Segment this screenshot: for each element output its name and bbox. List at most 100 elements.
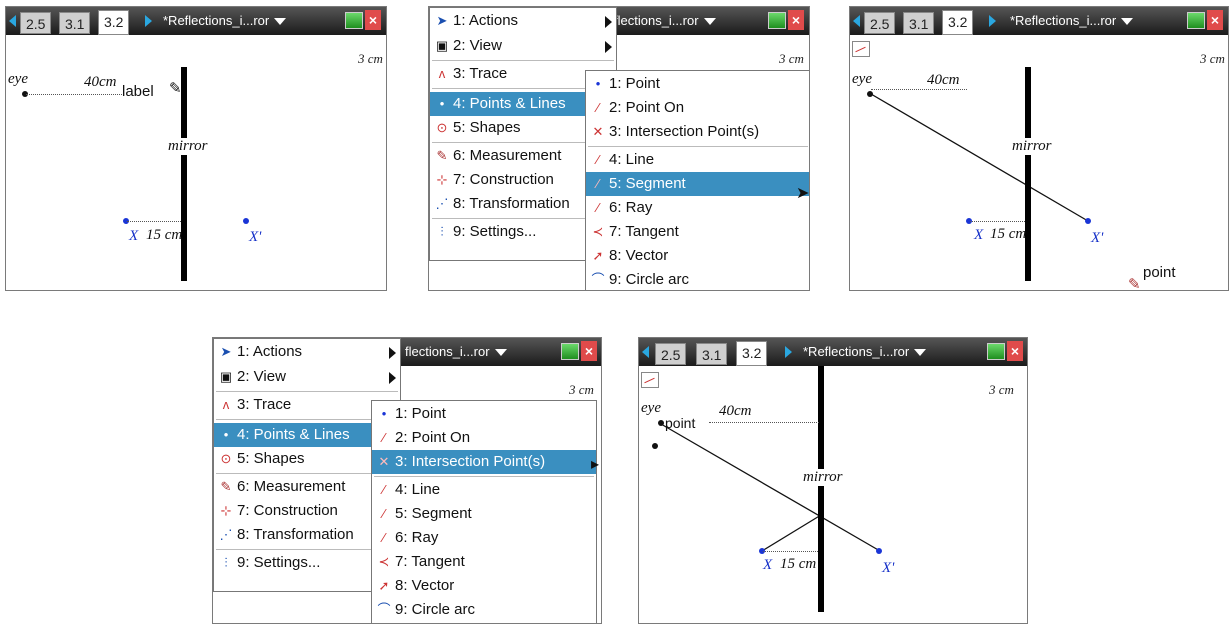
submenu-item-tangent[interactable]: ≺ 7: Tangent [372,550,596,574]
point-on-icon: ⁄ [382,430,386,445]
submenu-item-segment[interactable]: ⁄ 5: Segment [586,172,809,196]
segment-icon: ⁄ [596,176,600,191]
submenu-item-circle-arc[interactable]: ⌒ 9: Circle arc [586,268,809,290]
mouse-pointer-icon: ➤ [796,185,810,202]
document-title[interactable]: flections_i...ror [405,344,507,359]
point-tool-text: point [1143,264,1176,281]
submenu-item-line[interactable]: ⁄ 4: Line [586,148,809,172]
screen-3: 2.5 3.1 3.2 *Reflections_i...ror × 3 cm … [849,6,1229,291]
pencil-icon: ✎ [1128,276,1141,291]
mirror-line [1025,67,1031,281]
point-x-prime[interactable] [1085,218,1091,224]
mirror-label: mirror [1012,138,1052,155]
distance-40-label: 40cm [719,403,752,419]
menu-item-view[interactable]: ▣ 2: View [214,365,400,389]
arrow-cursor-icon: ➤ [436,13,448,28]
tab-2-5[interactable]: 2.5 [20,12,52,34]
close-icon[interactable]: × [788,10,804,30]
menu-item-view[interactable]: ▣ 2: View [430,34,616,58]
x-prime-label: X' [249,229,262,245]
submenu-item-point-on[interactable]: ⁄ 2: Point On [586,96,809,120]
construction-icon: ⊹ [220,503,232,518]
close-icon[interactable]: × [581,341,597,361]
distance-15-label: 15 cm [146,227,183,243]
submenu-item-point[interactable]: • 1: Point [586,72,809,96]
point-icon: • [381,406,387,421]
line-icon: ⁄ [596,152,600,167]
menu-separator [216,391,398,392]
tab-left-arrow-icon[interactable] [9,15,16,27]
submenu-item-vector[interactable]: ➚ 8: Vector [586,244,809,268]
mirror-line [818,366,824,612]
submenu-item-point-on[interactable]: ⁄ 2: Point On [372,426,596,450]
x-label: X [974,227,984,243]
menu-item-actions[interactable]: ➤ 1: Actions [214,340,400,364]
settings-icon: ⫶ [224,555,228,570]
measurement-icon: ✎ [436,148,448,163]
document-title[interactable]: flections_i...ror [614,13,716,28]
submenu-arrow-icon [605,41,612,53]
shapes-icon: ⊙ [220,451,232,466]
point-icon: • [595,76,601,91]
menu-item-actions[interactable]: ➤ 1: Actions [430,9,616,33]
submenu-item-tangent[interactable]: ≺ 7: Tangent [586,220,809,244]
eye-distance-line [871,89,967,90]
menu-separator [374,476,594,477]
submenu-item-circle-arc[interactable]: ⌒ 9: Circle arc [372,598,596,622]
submenu-item-point[interactable]: • 1: Point [372,402,596,426]
trace-icon: ʌ [438,66,446,81]
screen-2: flections_i...ror × 3 cm ➤ 1: Actions ▣ 2:… [428,6,810,291]
transformation-icon: ⋰ [435,196,449,211]
view-icon: ▣ [435,38,449,53]
settings-icon: ⫶ [440,224,444,239]
vector-icon: ➚ [592,248,604,263]
submenu-item-intersection[interactable]: ✕ 3: Intersection Point(s) [586,120,809,144]
submenu-item-intersection[interactable]: ✕ 3: Intersection Point(s) [372,450,596,474]
submenu-item-vector[interactable]: ➚ 8: Vector [372,574,596,598]
intersection-icon: ✕ [592,124,604,139]
document-title[interactable]: *Reflections_i...ror [163,13,287,28]
point-x-prime[interactable] [876,548,882,554]
x-distance-line [763,551,818,552]
submenu-item-ray[interactable]: ⁄ 6: Ray [586,196,809,220]
eye-point[interactable] [658,420,664,426]
circle-arc-icon: ⌒ [377,602,391,617]
tab-3-2[interactable]: 3.2 [98,10,130,35]
point-on-icon: ⁄ [596,100,600,115]
point-x-prime[interactable] [243,218,249,224]
arrow-cursor-icon: ➤ [220,344,232,359]
dropdown-caret-icon [274,18,287,26]
eye-label: eye [852,71,872,87]
mouse-pointer-icon: ▸ [591,456,600,473]
scale-label: 3 cm [779,51,804,66]
tangent-icon: ≺ [592,224,604,239]
points-lines-icon: • [439,96,445,111]
submenu-item-line[interactable]: ⁄ 4: Line [372,478,596,502]
top-bar: 2.5 3.1 3.2 *Reflections_i...ror × [6,7,386,35]
submenu-arrow-icon [389,347,396,359]
ray-icon: ⁄ [382,530,386,545]
mirror-line [181,67,187,281]
menu-separator [588,146,808,147]
segment-icon: ⁄ [382,506,386,521]
scale-label: 3 cm [358,51,383,66]
submenu-item-ray[interactable]: ⁄ 6: Ray [372,526,596,550]
distance-40-label: 40cm [927,72,960,88]
distance-15-label: 15 cm [990,226,1027,242]
tab-3-1[interactable]: 3.1 [59,12,91,34]
x-label: X [763,557,773,573]
close-icon[interactable]: × [365,10,381,30]
battery-icon [345,12,363,29]
eye-label: eye [641,400,661,416]
submenu-item-segment[interactable]: ⁄ 5: Segment [372,502,596,526]
shapes-icon: ⊙ [436,120,448,135]
extra-point[interactable] [652,443,658,449]
battery-icon [561,343,579,360]
trace-icon: ʌ [222,397,230,412]
eye-point[interactable] [867,91,873,97]
tab-right-arrow-icon[interactable] [145,15,152,27]
ray-icon: ⁄ [596,200,600,215]
transformation-icon: ⋰ [219,527,233,542]
pencil-icon: ✎ [169,80,182,97]
eye-label: eye [8,71,28,87]
